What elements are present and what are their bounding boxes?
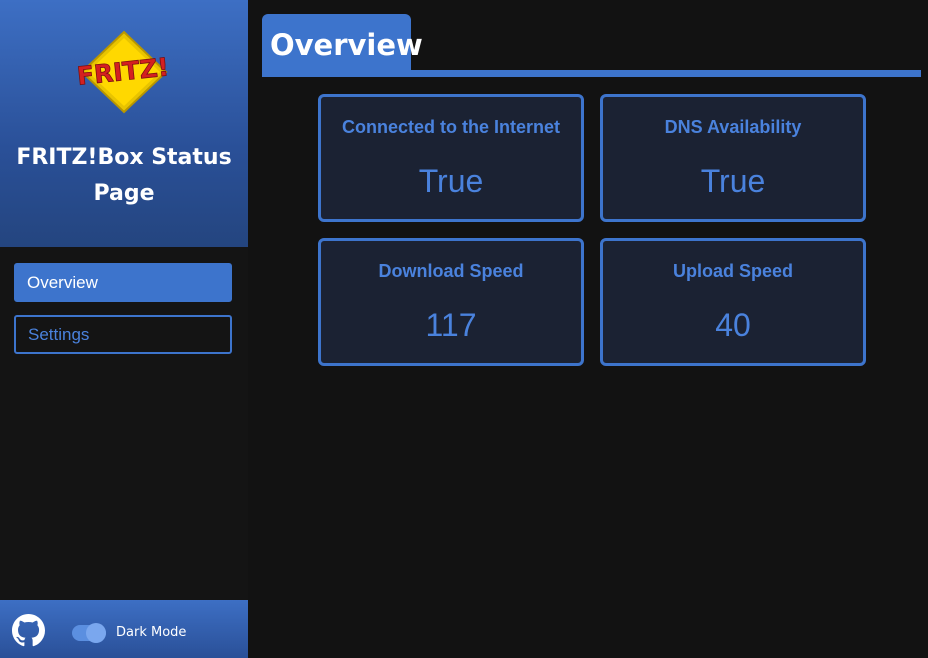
card-value: 40 <box>715 307 751 343</box>
card-value: True <box>700 163 766 199</box>
tab-overview[interactable]: Overview <box>262 14 423 77</box>
sidebar-title: FRITZ!Box Status Page <box>16 145 232 206</box>
tab-underline <box>262 70 921 77</box>
card-title: Connected to the Internet <box>341 117 560 137</box>
toggle-knob <box>86 623 106 643</box>
dark-mode-toggle[interactable] <box>72 623 106 643</box>
card-value: True <box>418 163 484 199</box>
card-internet-connection: Connected to the Internet True <box>318 94 584 222</box>
card-download-speed: Download Speed 117 <box>318 238 584 366</box>
card-dns-availability: DNS Availability True <box>600 94 866 222</box>
dark-mode-label: Dark Mode <box>116 625 187 640</box>
sidebar-header: FRITZ! FRITZ!Box Status Page <box>0 0 248 247</box>
fritz-logo: FRITZ! <box>75 30 171 114</box>
app: FRITZ! FRITZ!Box Status Page Overview Se… <box>0 0 928 658</box>
card-title: DNS Availability <box>664 117 802 137</box>
github-icon[interactable] <box>12 614 45 647</box>
sidebar: FRITZ! FRITZ!Box Status Page Overview Se… <box>0 0 248 658</box>
card-title: Upload Speed <box>672 261 793 281</box>
card-value: 117 <box>425 307 477 343</box>
sidebar-item-settings[interactable]: Settings <box>14 315 232 354</box>
sidebar-footer: Dark Mode <box>0 600 248 658</box>
fritz-logo-text: FRITZ! <box>76 52 171 90</box>
sidebar-item-overview[interactable]: Overview <box>14 263 232 302</box>
card-title: Download Speed <box>378 261 524 281</box>
card-upload-speed: Upload Speed 40 <box>600 238 866 366</box>
